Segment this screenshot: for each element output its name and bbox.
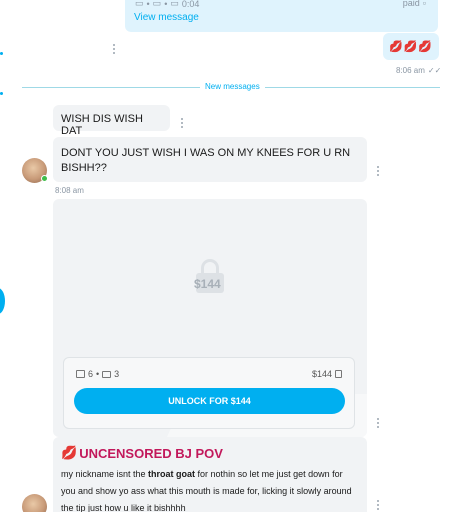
unlock-panel: 6 • 3 $144 UNLOCK FOR $144 [63, 357, 355, 429]
sent-message-bubble[interactable]: ▭ • ▭ • ▭ 0:04 paid ▫ View message [125, 0, 438, 32]
more-options-icon[interactable] [112, 44, 116, 54]
new-messages-label: New messages [200, 82, 265, 91]
lock-icon [335, 370, 342, 378]
more-options-icon[interactable] [376, 500, 380, 510]
received-message-bubble[interactable]: 💋 UNCENSORED BJ POV my nickname isnt the… [53, 437, 367, 512]
caption-title-text: UNCENSORED BJ POV [79, 445, 223, 461]
sent-message-media-meta: ▭ • ▭ • ▭ 0:04 [135, 0, 199, 9]
media-counts: 6 • 3 [76, 369, 119, 379]
paid-status: paid ▫ [403, 0, 426, 8]
separator-dot: • [164, 0, 168, 9]
paid-label: paid [402, 0, 420, 8]
media-price-overlay: $144 [194, 277, 221, 291]
caption-text-part: my nickname isnt the [61, 469, 149, 479]
received-message-bubble[interactable]: WISH DIS WISH DAT [53, 105, 170, 137]
video-icon [102, 370, 112, 378]
sent-timestamp: 8:06 am ✓✓ [396, 66, 441, 75]
avatar[interactable] [22, 494, 47, 512]
sent-emoji-bubble[interactable]: 💋💋💋 [383, 33, 439, 60]
left-edge-dot [0, 92, 3, 95]
price-value: $144 [311, 369, 332, 379]
separator-dot: • [146, 0, 150, 9]
more-options-icon[interactable] [376, 166, 380, 176]
avatar[interactable] [22, 158, 48, 183]
media-price: $144 [312, 369, 342, 379]
more-options-icon[interactable] [376, 418, 380, 428]
images-count: 6 [88, 369, 94, 379]
message-timestamp: 8:08 am [55, 186, 84, 195]
more-options-icon[interactable] [180, 118, 184, 128]
paid-icon: ▫ [422, 0, 426, 8]
view-message-link[interactable]: View message [134, 12, 199, 23]
audio-icon: ▭ [170, 0, 179, 8]
image-icon: ▭ [135, 0, 144, 8]
sent-time: 8:06 am [396, 66, 425, 75]
video-icon: ▭ [152, 0, 162, 8]
caption-text-bold: throat goat [148, 469, 196, 479]
media-duration: 0:04 [181, 0, 200, 9]
caption-title: 💋 UNCENSORED BJ POV [61, 445, 359, 461]
image-icon [76, 370, 85, 378]
unlock-button[interactable]: UNLOCK FOR $144 [74, 388, 345, 414]
left-edge-button[interactable] [0, 288, 5, 314]
double-check-icon: ✓✓ [427, 66, 442, 75]
online-status-icon [41, 175, 48, 182]
videos-count: 3 [114, 369, 120, 379]
left-edge-dot [0, 52, 3, 55]
separator-dot: • [96, 369, 100, 379]
locked-media-card[interactable]: $144 6 • 3 $144 UNLOCK FOR $144 [53, 199, 367, 437]
lips-emoji: 💋 [61, 445, 78, 460]
caption-text: my nickname isnt the throat goat for not… [61, 466, 359, 512]
received-message-bubble[interactable]: DONT YOU JUST WISH I WAS ON MY KNEES FOR… [53, 137, 367, 182]
